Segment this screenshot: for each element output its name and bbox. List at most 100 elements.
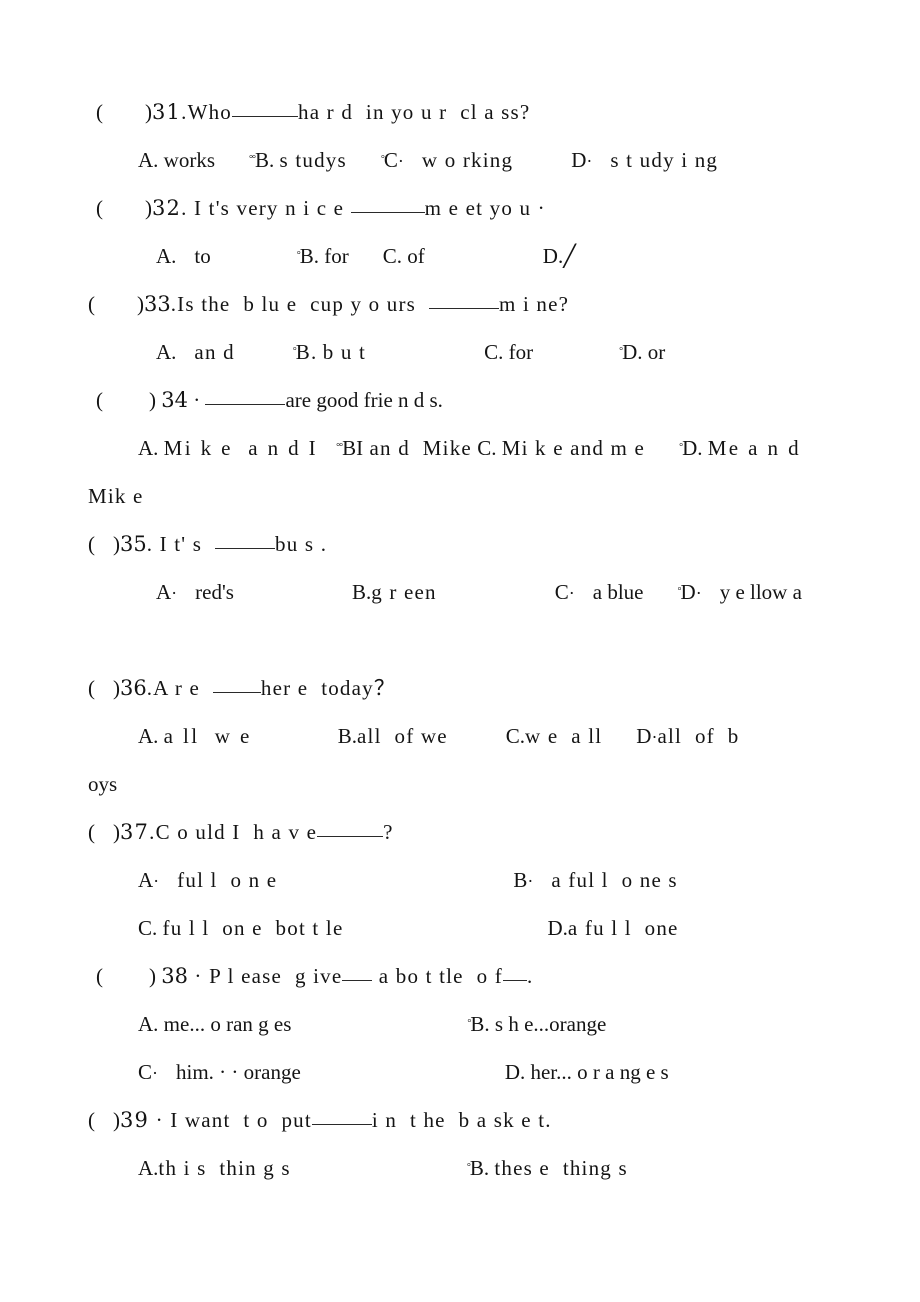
question-35-options: A· red's B.g r een C· a blue °D· y e llow a (88, 568, 888, 616)
option-38-b[interactable]: °B. s h e...orange (467, 1012, 606, 1036)
question-number-35: 35 (120, 532, 147, 556)
option-38-a-marker: A. (138, 1012, 159, 1036)
option-34-c-marker: C. (477, 436, 497, 460)
option-37-d[interactable]: D.a fu l l one (547, 916, 678, 940)
option-32-a[interactable]: A. to (156, 244, 211, 268)
option-34-b-text: an d Mike (363, 436, 472, 460)
question-38-blank-1[interactable] (342, 964, 373, 981)
question-number-33: 33 (144, 292, 171, 316)
option-32-d[interactable]: D.╱ (543, 244, 576, 268)
question-number-32: 32 (152, 196, 182, 220)
question-33-blank[interactable] (428, 292, 499, 309)
question-35-blank[interactable] (215, 532, 276, 549)
option-33-b[interactable]: °B. b u t (293, 340, 366, 364)
question-39-blank[interactable] (311, 1108, 372, 1125)
option-31-d[interactable]: D· s t udy i ng (571, 148, 718, 172)
question-39-stem-before: · I want t o put (149, 1108, 312, 1132)
question-33-stem: ()33.Is the b lu e cup y o urs m i ne? (88, 280, 888, 328)
option-38-a[interactable]: A. me... o ran g es (138, 1012, 291, 1036)
option-31-b[interactable]: °°B. s tudys (249, 148, 347, 172)
option-36-a-marker: A. (138, 724, 159, 748)
paren-close: ) (113, 676, 120, 700)
option-34-c[interactable]: C. Mi k e and m e (477, 436, 645, 460)
question-33-options: A. an d °B. b u t C. for °D. or (88, 328, 888, 376)
option-35-a-marker: A (156, 580, 172, 604)
option-34-c-text: Mi k e and m e (501, 436, 646, 460)
question-37-stem-before: .C o uld I h a v e (149, 820, 318, 844)
question-38-options-row-2: C· him. · · orange D. her... o r a ng e s (88, 1048, 888, 1096)
question-31-stem: ()31.Who ha r d in yo u r cl a ss? (88, 88, 888, 136)
paren-open: ( (88, 676, 95, 700)
option-36-d[interactable]: D·all of b (636, 724, 739, 748)
option-33-a-marker: A. (156, 340, 177, 364)
question-number-34: 34 (161, 388, 188, 412)
question-number-37: 37 (120, 820, 150, 844)
option-33-d[interactable]: °D. or (619, 340, 665, 364)
option-32-c[interactable]: C. of (383, 244, 425, 268)
option-35-a-text: red's (195, 580, 234, 604)
option-39-b[interactable]: °B. thes e thing s (467, 1156, 628, 1180)
question-31-blank[interactable] (232, 100, 298, 117)
option-31-c-marker: C (383, 148, 398, 172)
option-35-b[interactable]: B.g r een (352, 580, 437, 604)
option-31-d-text: s t udy i ng (610, 148, 719, 172)
paren-close: ) (145, 196, 152, 220)
option-32-a-text: to (194, 244, 211, 268)
question-31-stem-after: ha r d in yo u r cl a ss? (298, 100, 531, 124)
option-32-b[interactable]: °B. for (297, 244, 349, 268)
option-36-b-text: all of we (357, 724, 448, 748)
option-34-d[interactable]: °D. Me a n d (679, 436, 801, 460)
option-35-a-sep: · (171, 583, 178, 603)
question-32-blank[interactable] (350, 196, 425, 213)
question-38-stem-mid: a bo t tle o f (372, 964, 503, 988)
option-36-a[interactable]: A. a ll w e (138, 724, 252, 748)
question-38-options-row-1: A. me... o ran g es °B. s h e...orange (88, 1000, 888, 1048)
option-35-d-marker: D (680, 580, 696, 604)
question-37-blank[interactable] (317, 820, 384, 837)
option-31-a[interactable]: A. works (138, 148, 215, 172)
option-35-d[interactable]: °D· y e llow a (678, 580, 802, 604)
option-36-c[interactable]: C.w e a ll (506, 724, 603, 748)
option-37-a[interactable]: A· ful l o n e (138, 868, 277, 892)
blank-spacer-line (88, 616, 888, 664)
option-31-c[interactable]: °C· w o rking (381, 148, 513, 172)
option-33-a[interactable]: A. an d (156, 340, 235, 364)
option-36-d-continuation: oys (88, 772, 118, 796)
option-35-c[interactable]: C· a blue (555, 580, 644, 604)
worksheet-page: ()31.Who ha r d in yo u r cl a ss? A. wor… (0, 0, 920, 1302)
option-37-b[interactable]: B· a ful l o ne s (513, 868, 678, 892)
question-36-blank[interactable] (212, 676, 261, 693)
option-32-c-text: of (407, 244, 425, 268)
option-33-c[interactable]: C. for (484, 340, 533, 364)
option-35-a[interactable]: A· red's (156, 580, 234, 604)
option-34-b[interactable]: °°BI an d Mike (336, 436, 472, 460)
question-32-stem-after: m e et yo u · (424, 196, 546, 220)
option-38-b-text: s h e...orange (494, 1012, 607, 1036)
question-36-stem-after: her e today？ (260, 676, 397, 700)
option-39-a[interactable]: A.th i s thin g s (138, 1156, 291, 1180)
paren-close: ) (113, 820, 120, 844)
question-32-stem: ()32. I t's very n i c e m e et yo u · (88, 184, 888, 232)
option-37-a-sep: · (153, 871, 160, 891)
option-37-a-marker: A (138, 868, 154, 892)
option-31-c-text: w o rking (421, 148, 514, 172)
option-31-a-marker: A. (138, 148, 159, 172)
question-34-blank[interactable] (205, 388, 286, 405)
paren-open: ( (88, 292, 95, 316)
option-32-d-marker: D. (542, 244, 564, 268)
option-37-a-text: ful l o n e (177, 868, 278, 892)
option-33-d-text: or (647, 340, 666, 364)
question-38-blank-2[interactable] (502, 964, 527, 981)
option-37-c[interactable]: C. fu l l on e bot t le (138, 916, 343, 940)
question-35-stem: ()35. I t' s bu s . (88, 520, 888, 568)
option-36-d-marker: D (636, 724, 652, 748)
option-38-d[interactable]: D. her... o r a ng e s (505, 1060, 669, 1084)
paren-close: ) (149, 388, 156, 412)
option-38-c[interactable]: C· him. · · orange (138, 1060, 301, 1084)
option-34-a[interactable]: A. Mi k e a n d I (138, 436, 318, 460)
option-37-b-sep: · (527, 871, 534, 891)
option-36-b[interactable]: B.all of we (338, 724, 448, 748)
option-35-d-text: y e llow a (719, 580, 802, 604)
option-36-c-marker: C. (505, 724, 526, 748)
option-33-d-marker: D. (622, 340, 643, 364)
